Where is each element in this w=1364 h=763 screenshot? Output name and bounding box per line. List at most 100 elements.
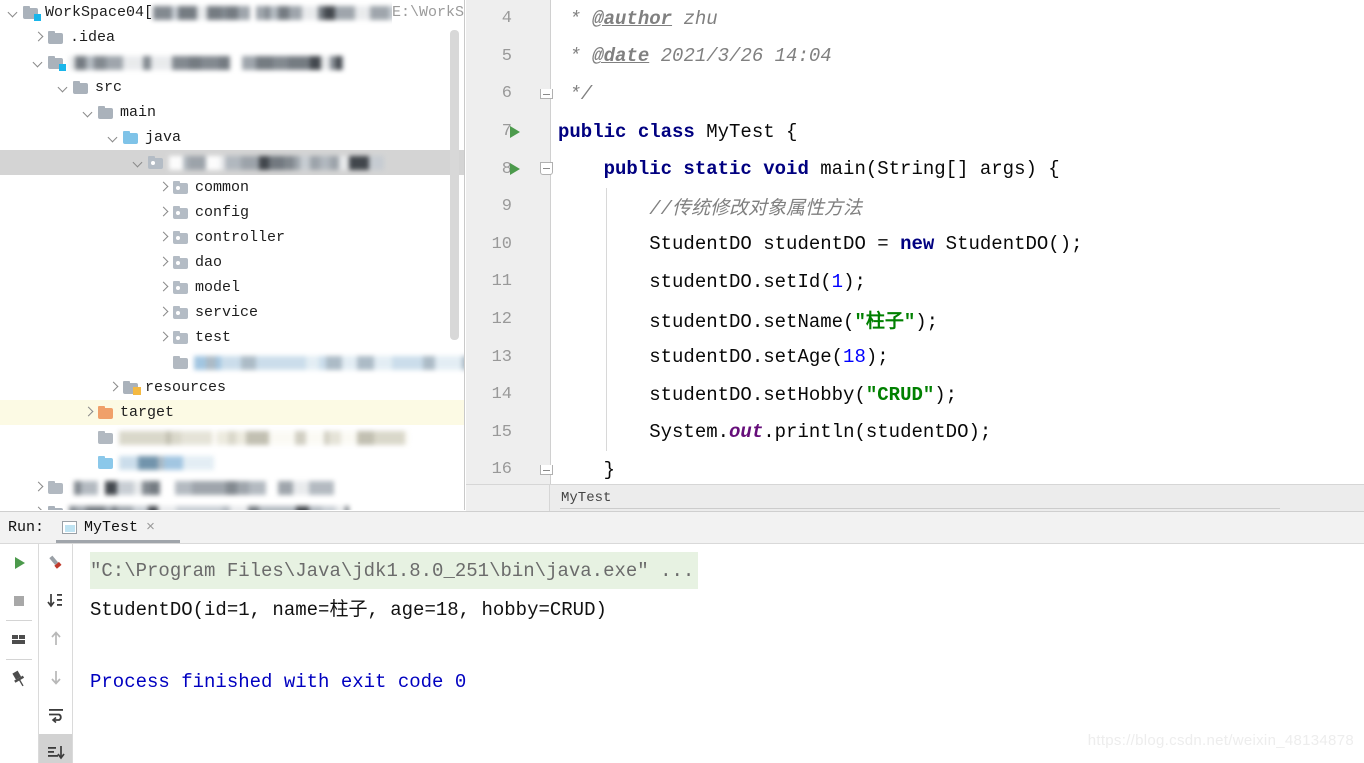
token-plain: .println(studentDO); — [763, 421, 992, 444]
tree-row-java[interactable]: java — [0, 125, 465, 150]
code-line[interactable]: 9 //传统修改对象属性方法 — [466, 187, 1364, 226]
up-stacktrace-button[interactable] — [39, 620, 72, 658]
play-icon — [15, 557, 25, 569]
tree-row-src[interactable]: src — [0, 75, 465, 100]
tree-row-resources[interactable]: resources — [0, 375, 465, 400]
chevron-down-icon[interactable] — [58, 82, 69, 93]
code-line[interactable]: 12 studentDO.setName("柱子"); — [466, 300, 1364, 339]
chevron-down-icon[interactable] — [83, 107, 94, 118]
down-stacktrace-button[interactable] — [39, 658, 72, 696]
code-line[interactable]: 4 * @author zhu — [466, 0, 1364, 38]
code-fold-marker[interactable] — [540, 89, 553, 100]
project-scrollbar-track[interactable] — [450, 0, 462, 510]
run-gutter-icon[interactable] — [510, 125, 520, 138]
code-text: //传统修改对象属性方法 — [558, 193, 862, 220]
chevron-right-icon[interactable] — [83, 407, 94, 418]
rerun-button[interactable] — [0, 544, 38, 582]
code-line[interactable]: 7 public class MyTest { — [466, 113, 1364, 151]
chevron-right-icon[interactable] — [33, 32, 44, 43]
tree-row-model[interactable]: model — [0, 275, 465, 300]
stop-button[interactable] — [0, 582, 38, 620]
run-tab-mytest[interactable]: MyTest × — [56, 512, 161, 543]
project-tree[interactable]: WorkSpace04 [.idea src main java common confi… — [0, 0, 465, 510]
tree-label: main — [120, 104, 157, 121]
tree-row-dao[interactable]: dao — [0, 250, 465, 275]
project-panel-divider[interactable] — [464, 0, 465, 510]
pin-button[interactable] — [0, 660, 38, 698]
tree-row-main[interactable]: main — [0, 100, 465, 125]
chevron-down-icon[interactable] — [33, 57, 44, 68]
chevron-right-icon[interactable] — [158, 307, 169, 318]
chevron-right-icon[interactable] — [33, 482, 44, 493]
tree-row-pomfile[interactable] — [0, 425, 465, 450]
token-plain: StudentDO(); — [934, 233, 1083, 256]
chevron-right-icon[interactable] — [158, 282, 169, 293]
console-output[interactable]: "C:\Program Files\Java\jdk1.8.0_251\bin\… — [73, 544, 1364, 763]
tree-row-module[interactable] — [0, 50, 465, 75]
clear-all-button[interactable] — [39, 544, 72, 582]
chevron-down-icon[interactable] — [8, 7, 19, 18]
tree-row-extfile[interactable] — [0, 450, 465, 475]
chevron-down-icon[interactable] — [133, 157, 144, 168]
chevron-right-icon[interactable] — [158, 332, 169, 343]
code-line[interactable]: 8 public static void main(String[] args)… — [466, 150, 1364, 188]
code-line[interactable]: 13 studentDO.setAge(18); — [466, 338, 1364, 376]
soft-wrap-button[interactable] — [39, 696, 72, 734]
chevron-right-icon[interactable] — [158, 232, 169, 243]
code-line[interactable]: 10 StudentDO studentDO = new StudentDO()… — [466, 225, 1364, 264]
chevron-right-icon[interactable] — [33, 507, 44, 510]
chevron-down-icon[interactable] — [108, 132, 119, 143]
chevron-right-icon[interactable] — [158, 182, 169, 193]
tree-label: java — [145, 129, 182, 146]
tree-row-service[interactable]: service — [0, 300, 465, 325]
code-text: */ — [558, 83, 592, 105]
project-tool-window[interactable]: WorkSpace04 [.idea src main java common confi… — [0, 0, 465, 510]
code-line[interactable]: 16 } — [466, 451, 1364, 484]
code-line[interactable]: 11 studentDO.setId(1); — [466, 263, 1364, 301]
layout-button[interactable] — [0, 621, 38, 659]
file-blue-icon — [98, 456, 114, 469]
indent-guide — [606, 300, 607, 339]
tree-label: resources — [145, 379, 227, 396]
chevron-right-icon[interactable] — [158, 207, 169, 218]
tree-row-scratch[interactable] — [0, 500, 465, 510]
chevron-right-icon[interactable] — [108, 382, 119, 393]
code-line[interactable]: 15 System.out.println(studentDO); — [466, 413, 1364, 452]
line-number: 6 — [501, 84, 512, 104]
token-kw: public static void — [603, 158, 809, 181]
editor-code-area[interactable]: 4 * @author zhu 5 * @date 2021/3/26 14:04… — [466, 0, 1364, 484]
tree-row-config[interactable]: config — [0, 200, 465, 225]
console-line-command[interactable]: "C:\Program Files\Java\jdk1.8.0_251\bin\… — [90, 552, 699, 589]
folder-module-icon — [48, 56, 66, 71]
code-fold-marker[interactable] — [540, 162, 553, 176]
tree-row-test[interactable]: test — [0, 325, 465, 350]
chevron-right-icon[interactable] — [158, 257, 169, 268]
tree-row-controller[interactable]: controller — [0, 225, 465, 250]
breadcrumb-class[interactable]: MyTest — [561, 490, 611, 506]
code-editor[interactable]: 4 * @author zhu 5 * @date 2021/3/26 14:04… — [466, 0, 1364, 484]
tree-row-common[interactable]: common — [0, 175, 465, 200]
tree-label: test — [195, 329, 232, 346]
tree-row-target[interactable]: target — [0, 400, 465, 425]
package-icon — [173, 256, 189, 269]
editor-breadcrumb-bar[interactable]: MyTest — [466, 484, 1364, 511]
scroll-to-end-button[interactable] — [39, 582, 72, 620]
scroll-to-end-toggle[interactable] — [39, 734, 72, 763]
run-actions-toolbar-right[interactable] — [39, 544, 73, 763]
line-number: 14 — [491, 385, 512, 405]
run-tab-active-indicator — [56, 540, 180, 543]
redacted-text — [153, 5, 419, 20]
code-line[interactable]: 14 studentDO.setHobby("CRUD"); — [466, 375, 1364, 414]
run-gutter-icon[interactable] — [510, 163, 520, 176]
tree-row-classfile[interactable] — [0, 350, 465, 375]
tree-row-package[interactable] — [0, 150, 465, 175]
code-line[interactable]: 6 */ — [466, 75, 1364, 113]
close-icon[interactable]: × — [146, 520, 155, 535]
run-tool-window[interactable]: Run: MyTest × "C:\Program Files\Java\jdk… — [0, 511, 1364, 763]
project-scrollbar-thumb[interactable] — [450, 30, 459, 340]
tree-row-extlibs[interactable] — [0, 475, 465, 500]
run-actions-toolbar-left[interactable] — [0, 544, 39, 763]
code-fold-marker[interactable] — [540, 465, 553, 476]
tree-row-idea[interactable]: .idea — [0, 25, 465, 50]
code-line[interactable]: 5 * @date 2021/3/26 14:04 — [466, 38, 1364, 76]
